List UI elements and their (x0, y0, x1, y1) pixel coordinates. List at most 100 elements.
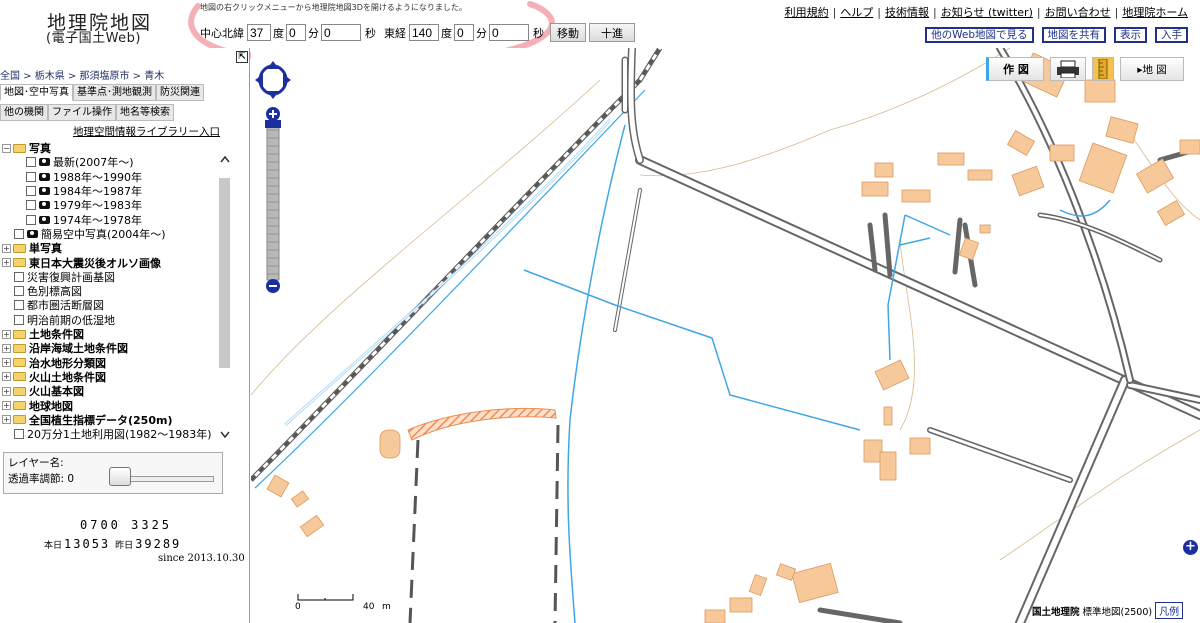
link-gsi-home[interactable]: 地理院ホーム (1122, 6, 1188, 19)
pan-control-icon[interactable] (255, 61, 291, 99)
library-link[interactable]: 地理空間情報ライブラリー入口 (73, 124, 220, 139)
sidebar: ⇱ 全国 > 栃木県 > 那須塩原市 > 青木 地図･空中写真 基準点･測地観測… (0, 48, 250, 623)
collapse-icon[interactable]: − (2, 143, 11, 153)
longitude-degrees-input[interactable] (409, 24, 439, 41)
opacity-slider-handle[interactable] (109, 467, 131, 486)
longitude-minutes-input[interactable] (454, 24, 474, 41)
latitude-degrees-input[interactable] (247, 24, 271, 41)
layer-tree-item[interactable]: − 写真 (2, 141, 232, 155)
layer-tree-item[interactable]: 1974年～1978年 (2, 212, 232, 227)
longitude-label: 東経 (384, 26, 406, 40)
layer-checkbox[interactable] (26, 171, 36, 182)
opacity-label: 透過率調節: 0 (8, 473, 75, 485)
layer-checkbox[interactable] (14, 286, 24, 297)
link-help[interactable]: ヘルプ (840, 6, 873, 19)
expand-icon[interactable]: + (2, 329, 11, 339)
expand-icon[interactable]: + (2, 415, 11, 425)
map-menu-button[interactable]: ▸地 図 (1120, 57, 1184, 81)
layer-tree-item[interactable]: 1988年～1990年 (2, 170, 232, 184)
link-tech-info[interactable]: 技術情報 (885, 6, 929, 19)
collapse-sidebar-icon[interactable]: ⇱ (236, 51, 248, 63)
tab-other-agencies[interactable]: 他の機関 (0, 104, 48, 121)
link-terms[interactable]: 利用規約 (785, 6, 829, 19)
folder-icon (13, 243, 26, 253)
layer-checkbox[interactable] (14, 228, 24, 239)
layer-tree-item[interactable]: + 治水地形分類図 (2, 355, 232, 370)
layer-tree-item[interactable]: 色別標高図 (2, 284, 232, 298)
expand-icon[interactable]: + (2, 386, 11, 396)
layer-tree-item[interactable]: 簡易空中写真(2004年～) (2, 227, 232, 241)
attribution-org[interactable]: 国土地理院 (1032, 604, 1080, 618)
site-logo-subtitle[interactable]: (電子国土Web) (46, 27, 141, 46)
print-button[interactable] (1050, 57, 1086, 81)
camera-icon (39, 172, 50, 181)
breadcrumb[interactable]: 全国 > 栃木県 > 那須塩原市 > 青木 (0, 67, 164, 82)
layer-tree-item[interactable]: + 単写真 (2, 241, 232, 255)
scroll-up-icon (220, 155, 230, 163)
layer-tree-item[interactable]: + 地球地図 (2, 398, 232, 413)
tree-scrollbar[interactable] (218, 152, 232, 442)
tab-maps-photos[interactable]: 地図･空中写真 (0, 84, 73, 101)
layer-checkbox[interactable] (14, 300, 24, 311)
move-button[interactable]: 移動 (550, 23, 586, 42)
expand-icon[interactable]: + (2, 400, 11, 410)
layer-tree-item[interactable]: + 沿岸海域土地条件図 (2, 341, 232, 355)
layer-checkbox[interactable] (26, 200, 36, 211)
yesterday-count: 39289 (135, 537, 182, 551)
layer-tree-item[interactable]: + 東日本大震災後オルソ画像 (2, 255, 232, 270)
folder-icon (13, 343, 26, 353)
expand-icon[interactable]: + (2, 358, 11, 368)
layer-checkbox[interactable] (26, 186, 36, 197)
decimal-button[interactable]: 十進 (589, 23, 635, 42)
layer-tree-item[interactable]: 災害復興計画基図 (2, 270, 232, 284)
expand-icon[interactable]: + (2, 372, 11, 382)
layer-checkbox[interactable] (14, 271, 24, 282)
layer-tree-item[interactable]: 明治前期の低湿地 (2, 313, 232, 327)
expand-icon[interactable]: + (2, 258, 11, 268)
scroll-down-icon (220, 431, 230, 439)
layer-checkbox[interactable] (14, 314, 24, 325)
layer-checkbox[interactable] (26, 214, 36, 225)
tab-place-search[interactable]: 地名等検索 (116, 104, 174, 121)
zoom-out-icon[interactable] (266, 279, 280, 293)
folder-icon (13, 415, 26, 425)
tab-disaster[interactable]: 防災関連 (156, 84, 204, 101)
layer-tree-item[interactable]: + 全国植生指標データ(250m) (2, 413, 232, 427)
latitude-seconds-input[interactable] (321, 24, 361, 41)
layer-tree-item[interactable]: 都市圏活断層図 (2, 298, 232, 312)
legend-button[interactable]: 凡例 (1155, 602, 1184, 619)
latitude-minutes-input[interactable] (286, 24, 306, 41)
layer-tree-item[interactable]: + 土地条件図 (2, 327, 232, 341)
zoom-in-icon[interactable] (266, 107, 280, 121)
layer-tree-item[interactable]: 20万分1土地利用図(1982～1983年) (2, 427, 232, 441)
obtain-button[interactable]: 入手 (1155, 27, 1188, 43)
folder-icon (13, 258, 26, 268)
layer-checkbox[interactable] (26, 157, 36, 168)
display-button[interactable]: 表示 (1114, 27, 1147, 43)
tab-survey-points[interactable]: 基準点･測地観測 (73, 84, 156, 101)
draw-button[interactable]: 作 図 (986, 57, 1044, 81)
map-canvas[interactable]: 作 図 ▸地 図 + 0 40 m 国土地理院 標準地図(2500) 凡例 (251, 48, 1200, 623)
expand-icon[interactable]: + (2, 243, 11, 253)
link-news[interactable]: お知らせ (twitter) (941, 6, 1033, 19)
layer-tree-item[interactable]: 1984年～1987年 (2, 184, 232, 198)
zoom-slider-handle[interactable] (265, 120, 281, 128)
camera-icon (39, 215, 50, 224)
layer-checkbox[interactable] (14, 429, 24, 440)
other-web-maps-button[interactable]: 他のWeb地図で見る (925, 27, 1034, 43)
layer-tree-item[interactable]: + 火山土地条件図 (2, 370, 232, 384)
scale-max: 40 (363, 602, 375, 612)
boundary-lines (251, 48, 1200, 561)
expand-icon[interactable]: + (2, 343, 11, 353)
link-contact[interactable]: お問い合わせ (1045, 6, 1111, 19)
share-map-button[interactable]: 地図を共有 (1041, 27, 1106, 43)
notice-text: 地図の右クリックメニューから地理院地図3Dを開けるようになりました。 (200, 3, 467, 12)
expand-panel-icon[interactable]: + (1183, 540, 1198, 555)
layer-tree-item[interactable]: + 火山基本図 (2, 384, 232, 398)
tab-file-ops[interactable]: ファイル操作 (48, 104, 116, 121)
header: 地理院地図 (電子国土Web) 地図の右クリックメニューから地理院地図3Dを開け… (0, 0, 1200, 69)
longitude-seconds-input[interactable] (489, 24, 529, 41)
ruler-button[interactable] (1092, 57, 1114, 81)
layer-tree-item[interactable]: 1979年～1983年 (2, 198, 232, 212)
layer-tree-item[interactable]: 最新(2007年～) (2, 155, 232, 169)
